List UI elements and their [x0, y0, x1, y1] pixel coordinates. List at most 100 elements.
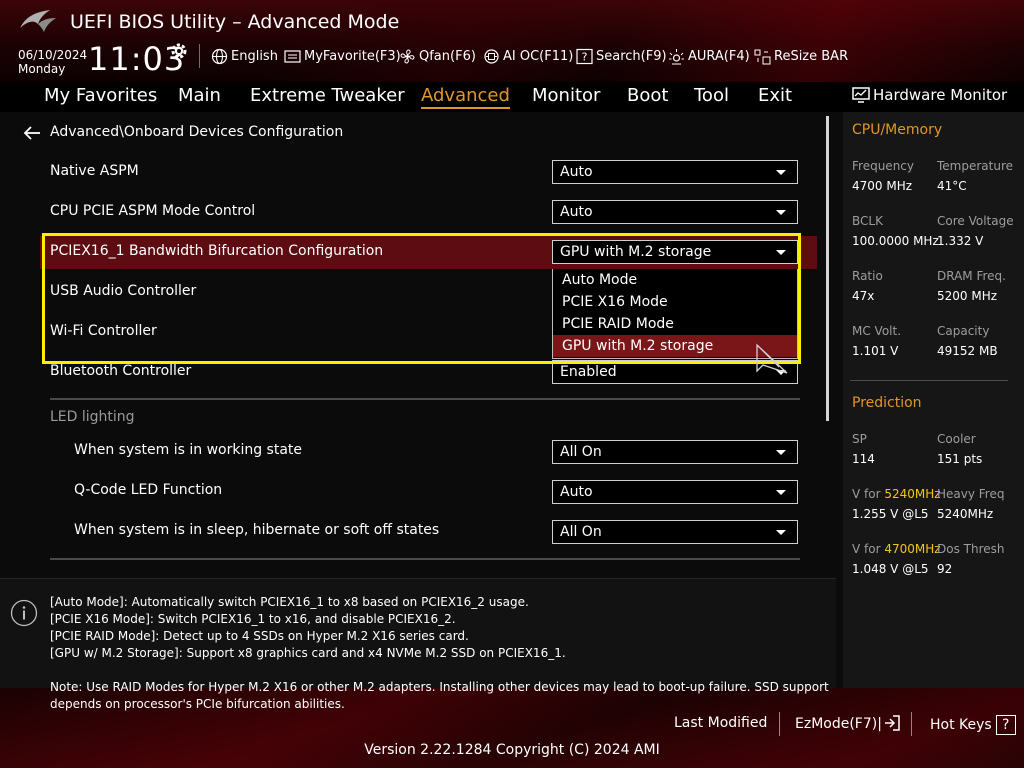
mc-volt-value: 1.101 V	[852, 344, 899, 358]
prediction-section: Prediction	[852, 395, 922, 411]
working-state-select[interactable]: All On	[552, 440, 798, 464]
date-display: 06/10/2024	[18, 48, 88, 62]
cpu-memory-section: CPU/Memory	[852, 122, 943, 138]
language-button[interactable]: English	[211, 46, 278, 66]
day-display: Monday	[18, 62, 66, 76]
native-aspm-select[interactable]: Auto	[552, 160, 798, 184]
sleep-state-value: All On	[560, 524, 602, 540]
fan-icon	[400, 49, 415, 63]
ai-chip-icon	[484, 48, 499, 64]
chevron-down-icon	[776, 530, 786, 535]
cpu-pcie-aspm-value: Auto	[560, 204, 593, 220]
led-lighting-section: LED lighting	[50, 409, 135, 425]
hw-divider	[850, 380, 1008, 381]
bluetooth-controller-value: Enabled	[560, 364, 617, 380]
qfan-label: Qfan(F6)	[419, 48, 476, 64]
chevron-down-icon	[776, 170, 786, 175]
v1-freq: 5240MHz	[884, 487, 941, 501]
sp-value: 114	[852, 452, 875, 466]
dos-thresh-value: 92	[937, 562, 953, 576]
tab-main[interactable]: Main	[178, 85, 221, 106]
aura-button[interactable]: AURA(F4)	[668, 46, 750, 66]
tab-my-favorites[interactable]: My Favorites	[44, 85, 157, 106]
app-title: UEFI BIOS Utility – Advanced Mode	[70, 11, 400, 33]
dos-thresh-label: Dos Thresh	[937, 542, 1005, 556]
qcode-led-select[interactable]: Auto	[552, 480, 798, 504]
dram-freq-value: 5200 MHz	[937, 289, 998, 303]
bclk-value: 100.0000 MHz	[852, 234, 939, 248]
working-state-value: All On	[560, 444, 602, 460]
core-voltage-label: Core Voltage	[937, 214, 1014, 228]
hot-keys-button[interactable]: Hot Keys?	[930, 715, 1016, 735]
annotation-highlight-box	[42, 233, 801, 364]
help-line: [PCIE RAID Mode]: Detect up to 4 SSDs on…	[50, 629, 469, 643]
cooler-value: 151 pts	[937, 452, 983, 466]
favorite-list-icon	[284, 49, 301, 63]
gear-icon[interactable]	[169, 41, 189, 61]
help-line: [PCIE X16 Mode]: Switch PCIEX16_1 to x16…	[50, 612, 456, 626]
heavy-freq-value: 5240MHz	[937, 507, 994, 521]
frequency-value: 4700 MHz	[852, 179, 913, 193]
settings-scrollbar[interactable]	[826, 116, 829, 421]
help-line: [GPU w/ M.2 Storage]: Support x8 graphic…	[50, 646, 566, 660]
globe-icon	[211, 48, 228, 64]
tab-tool[interactable]: Tool	[694, 85, 729, 106]
v2-freq: 4700MHz	[884, 542, 941, 556]
help-line: [Auto Mode]: Automatically switch PCIEX1…	[50, 595, 529, 609]
ai-oc-label: AI OC(F11)	[503, 48, 574, 64]
search-label: Search(F9)	[596, 48, 667, 64]
rog-logo-icon	[20, 10, 56, 32]
sleep-state-select[interactable]: All On	[552, 520, 798, 544]
core-voltage-value: 1.332 V	[937, 234, 984, 248]
v1-value: 1.255 V @L5	[852, 507, 929, 521]
search-help-icon: ?	[576, 48, 593, 64]
last-modified-button[interactable]: Last Modified	[674, 715, 767, 731]
native-aspm-value: Auto	[560, 164, 593, 180]
tab-boot[interactable]: Boot	[627, 85, 668, 106]
dram-freq-label: DRAM Freq.	[937, 269, 1006, 283]
mouse-cursor-icon	[756, 343, 788, 374]
sleep-state-label: When system is in sleep, hibernate or so…	[74, 522, 440, 538]
back-arrow-icon[interactable]	[22, 124, 42, 142]
ezmode-label: EzMode(F7)|	[795, 716, 882, 732]
version-text: Version 2.22.1284 Copyright (C) 2024 AMI	[364, 742, 660, 758]
qcode-led-value: Auto	[560, 484, 593, 500]
toolbar-divider	[199, 44, 200, 68]
capacity-value: 49152 MB	[937, 344, 998, 358]
capacity-label: Capacity	[937, 324, 990, 338]
help-note: depends on processor's PCIe bifurcation …	[50, 697, 345, 711]
bluetooth-controller-label: Bluetooth Controller	[50, 363, 192, 379]
exit-arrow-icon	[884, 715, 900, 731]
monitor-icon	[852, 87, 870, 103]
native-aspm-label: Native ASPM	[50, 163, 139, 179]
tab-monitor[interactable]: Monitor	[532, 85, 600, 106]
info-icon	[10, 599, 38, 627]
ratio-value: 47x	[852, 289, 875, 303]
bclk-label: BCLK	[852, 214, 883, 228]
resize-bar-button[interactable]: ReSize BAR	[754, 46, 848, 66]
hot-keys-label: Hot Keys	[930, 717, 992, 733]
footer-divider	[779, 712, 780, 736]
cpu-pcie-aspm-label: CPU PCIE ASPM Mode Control	[50, 203, 256, 219]
working-state-label: When system is in working state	[74, 442, 303, 458]
tab-advanced[interactable]: Advanced	[421, 85, 510, 109]
chevron-down-icon	[776, 490, 786, 495]
myfavorite-button[interactable]: MyFavorite(F3)	[284, 46, 401, 66]
language-label: English	[231, 48, 278, 64]
ratio-label: Ratio	[852, 269, 883, 283]
section-divider	[50, 398, 800, 400]
myfavorite-label: MyFavorite(F3)	[304, 48, 401, 64]
heavy-freq-label: Heavy Freq	[937, 487, 1005, 501]
cpu-pcie-aspm-select[interactable]: Auto	[552, 200, 798, 224]
resize-bar-icon	[754, 49, 771, 64]
tab-extreme-tweaker[interactable]: Extreme Tweaker	[250, 85, 405, 106]
qcode-led-label: Q-Code LED Function	[74, 482, 223, 498]
frequency-label: Frequency	[852, 159, 914, 173]
qfan-button[interactable]: Qfan(F6)	[399, 46, 476, 66]
tab-exit[interactable]: Exit	[758, 85, 792, 106]
chevron-down-icon	[776, 450, 786, 455]
hardware-monitor-title: Hardware Monitor	[873, 86, 1008, 104]
ezmode-button[interactable]: EzMode(F7)|	[795, 715, 900, 732]
ai-oc-button[interactable]: AI OC(F11)	[483, 46, 573, 66]
search-button[interactable]: ? Search(F9)	[576, 46, 667, 66]
